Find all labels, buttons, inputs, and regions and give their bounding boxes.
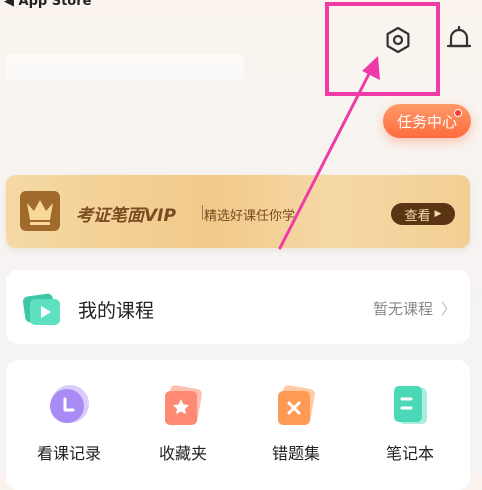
my-courses-title: 我的课程 bbox=[78, 300, 155, 322]
clock-icon bbox=[50, 385, 89, 423]
tool-label-notebook: 笔记本 bbox=[385, 444, 434, 463]
task-center-badge-dot bbox=[454, 109, 462, 117]
x-icon bbox=[278, 385, 315, 425]
task-center-button[interactable]: 任务中心 bbox=[383, 104, 471, 138]
vip-banner[interactable]: 考证笔面VIP 精选好课任你学 查看 ▶ bbox=[6, 175, 470, 248]
tool-view-history[interactable]: 看课记录 bbox=[29, 382, 109, 464]
vip-title: 考证笔面VIP bbox=[76, 206, 176, 226]
star-icon bbox=[165, 385, 202, 425]
tool-wrong-questions[interactable]: 错题集 bbox=[256, 382, 336, 464]
tool-label-favorites: 收藏夹 bbox=[158, 444, 207, 463]
header-placeholder bbox=[6, 54, 244, 80]
vip-view-label: 查看 bbox=[404, 208, 431, 224]
vip-subtitle: 精选好课任你学 bbox=[204, 209, 296, 224]
task-center-label: 任务中心 bbox=[396, 112, 457, 131]
vip-view-button[interactable]: 查看 ▶ bbox=[391, 203, 455, 225]
my-courses-status: 暂无课程 〉 bbox=[373, 298, 456, 319]
video-play-icon bbox=[22, 293, 60, 325]
my-courses-card[interactable]: 我的课程 暂无课程 〉 bbox=[6, 270, 470, 344]
tool-label-view-history: 看课记录 bbox=[36, 444, 101, 463]
chevron-right-icon: 〉 bbox=[440, 300, 456, 318]
crown-icon bbox=[20, 191, 60, 231]
status-back-app-store[interactable]: ◀ App Store bbox=[4, 0, 91, 9]
tool-label-wrong-questions: 错题集 bbox=[271, 444, 320, 463]
notebook-icon bbox=[394, 386, 427, 424]
settings-highlight-box bbox=[325, 2, 440, 96]
tool-notebook[interactable]: 笔记本 bbox=[370, 382, 450, 464]
play-triangle-icon: ▶ bbox=[434, 209, 442, 219]
notification-bell-icon[interactable] bbox=[444, 24, 474, 54]
tool-favorites[interactable]: 收藏夹 bbox=[143, 382, 223, 464]
tools-card: 看课记录 收藏夹 错题集 笔记本 bbox=[6, 360, 470, 490]
vip-divider bbox=[202, 205, 203, 220]
my-courses-status-text: 暂无课程 bbox=[372, 300, 433, 318]
